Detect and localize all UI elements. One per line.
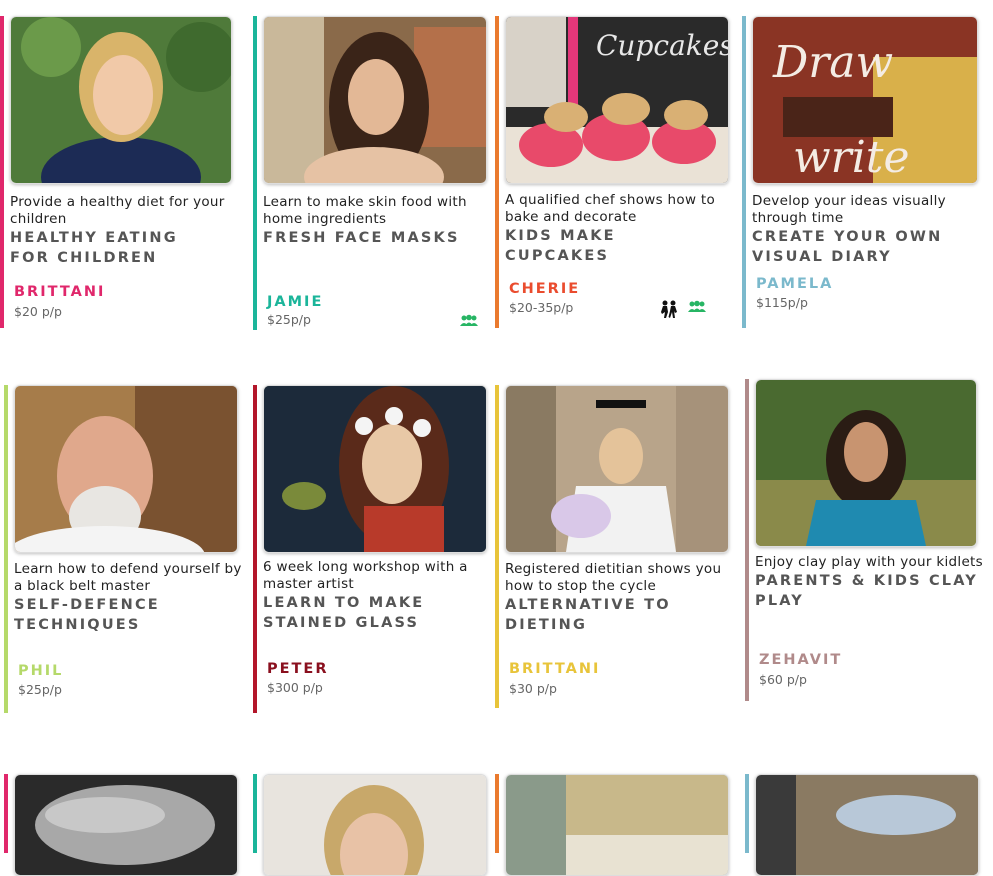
course-card-row3-1[interactable] [4, 774, 248, 876]
course-title[interactable]: HEALTHY EATING FOR CHILDREN [10, 228, 180, 268]
woman-portrait-image [11, 17, 231, 183]
course-photo[interactable] [14, 385, 238, 553]
course-title[interactable]: ALTERNATIVE TO DIETING [505, 595, 735, 635]
course-card-row3-3[interactable] [495, 774, 735, 876]
group-icon [460, 314, 478, 326]
host-name[interactable]: PHIL [18, 663, 63, 679]
course-card-healthy-eating[interactable]: Provide a healthy diet for your children… [0, 16, 250, 328]
course-description: Develop your ideas visually through time [752, 193, 946, 226]
price: $60 p/p [759, 672, 807, 687]
price: $25p/p [267, 312, 311, 327]
host-name[interactable]: PAMELA [756, 276, 833, 292]
course-photo[interactable] [505, 774, 729, 876]
course-title[interactable]: FRESH FACE MASKS [263, 228, 485, 248]
window-blind-image [506, 775, 728, 875]
course-card-visual-diary[interactable]: Draw write Develop your ideas visually t… [742, 16, 978, 328]
course-photo[interactable] [505, 385, 729, 553]
course-photo[interactable]: Draw write [752, 16, 978, 184]
course-card-row3-2[interactable] [253, 774, 489, 876]
course-title[interactable]: PARENTS & KIDS CLAY PLAY [755, 571, 993, 611]
kids-icon [661, 300, 677, 318]
price: $20 p/p [14, 304, 62, 319]
course-photo[interactable] [755, 379, 977, 547]
course-title[interactable]: KIDS MAKE CUPCAKES [505, 226, 655, 266]
course-title[interactable]: CREATE YOUR OWN VISUAL DIARY [752, 227, 978, 267]
course-card-cupcakes[interactable]: Cupcakes A qualified chef shows how to b… [495, 16, 735, 328]
price: $20-35p/p [509, 300, 574, 315]
woman-portrait-image [264, 17, 486, 183]
course-card-face-masks[interactable]: Learn to make skin food with home ingred… [253, 16, 487, 330]
course-card-self-defence[interactable]: Learn how to defend yourself by a black … [4, 385, 248, 713]
price: $300 p/p [267, 680, 323, 695]
man-portrait-image [15, 386, 237, 552]
course-photo[interactable] [263, 16, 487, 184]
course-photo[interactable] [755, 774, 979, 876]
price: $115p/p [756, 295, 808, 310]
course-card-clay-play[interactable]: Enjoy clay play with your kidlets PARENT… [745, 379, 993, 701]
icon-group [459, 314, 479, 328]
course-card-stained-glass[interactable]: 6 week long workshop with a master artis… [253, 385, 489, 713]
course-title[interactable]: LEARN TO MAKE STAINED GLASS [263, 593, 489, 633]
svg-text:write: write [793, 132, 910, 183]
host-name[interactable]: BRITTANI [509, 661, 600, 677]
price: $25p/p [18, 682, 62, 697]
woman-portrait-image [264, 775, 486, 875]
svg-text:Draw: Draw [772, 37, 893, 88]
graduate-image [506, 386, 728, 552]
course-description: 6 week long workshop with a master artis… [263, 559, 468, 592]
host-name[interactable]: ZEHAVIT [759, 652, 842, 668]
host-name[interactable]: PETER [267, 661, 329, 677]
group-icon [688, 300, 706, 312]
stained-glass-image [264, 386, 486, 552]
course-description: Registered dietitian shows you how to st… [505, 561, 722, 594]
course-card-alternative-dieting[interactable]: Registered dietitian shows you how to st… [495, 385, 735, 708]
course-description: Learn how to defend yourself by a black … [14, 561, 242, 594]
course-photo[interactable] [10, 16, 232, 184]
host-name[interactable]: JAMIE [267, 294, 323, 310]
painting-image [756, 775, 978, 875]
svg-text:Cupcakes: Cupcakes [596, 29, 728, 62]
host-name[interactable]: BRITTANI [14, 284, 105, 300]
course-photo[interactable] [263, 774, 487, 876]
woman-portrait-image [756, 380, 976, 546]
host-name[interactable]: CHERIE [509, 281, 580, 297]
sculpture-image [15, 775, 237, 875]
course-description: Provide a healthy diet for your children [10, 194, 225, 227]
course-photo[interactable] [263, 385, 487, 553]
cupcakes-image: Cupcakes [506, 17, 728, 183]
icon-group [659, 300, 707, 318]
price: $30 p/p [509, 681, 557, 696]
course-description: A qualified chef shows how to bake and d… [505, 192, 716, 225]
course-photo[interactable]: Cupcakes [505, 16, 729, 184]
course-card-row3-4[interactable] [745, 774, 981, 876]
course-description: Enjoy clay play with your kidlets [755, 554, 983, 570]
draw-write-image: Draw write [753, 17, 977, 183]
course-description: Learn to make skin food with home ingred… [263, 194, 467, 227]
course-photo[interactable] [14, 774, 238, 876]
course-title[interactable]: SELF-DEFENCE TECHNIQUES [14, 595, 174, 635]
